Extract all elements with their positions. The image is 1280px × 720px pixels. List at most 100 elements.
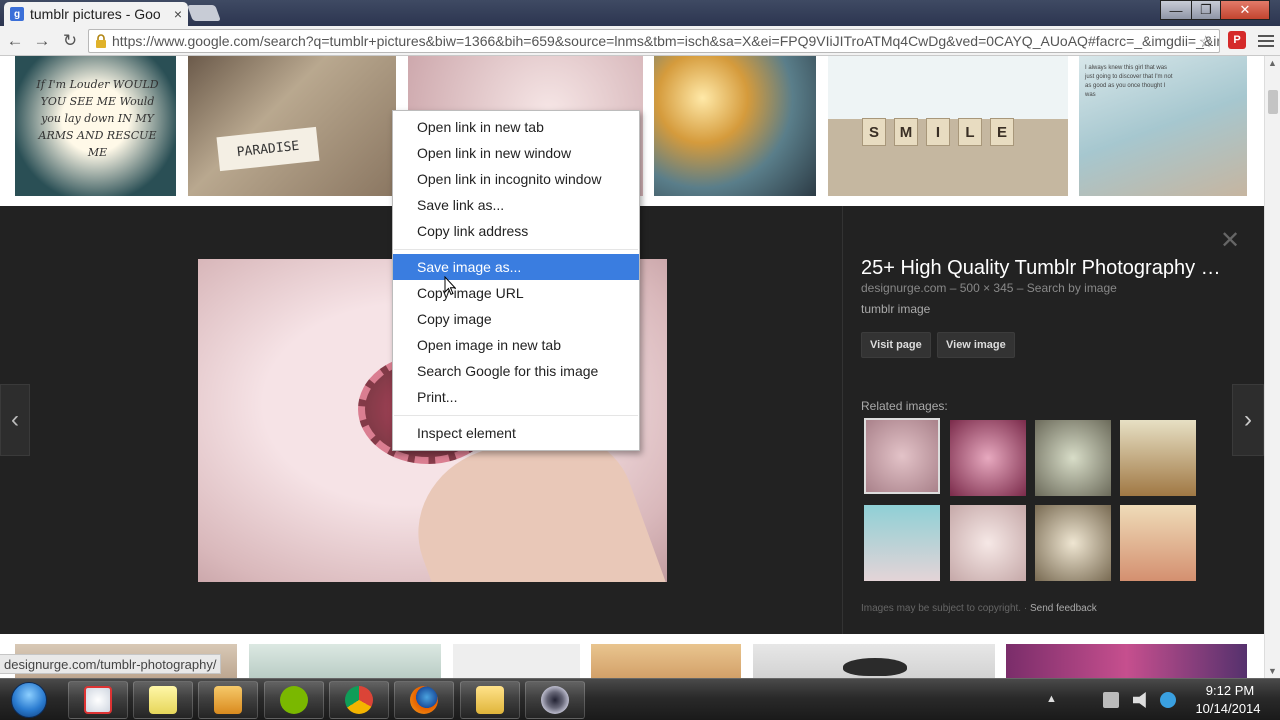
snipping-tool-icon — [84, 686, 112, 714]
menu-item-save-link-as[interactable]: Save link as... — [393, 192, 639, 218]
menu-item-open-link-incognito[interactable]: Open link in incognito window — [393, 166, 639, 192]
menu-item-search-google-image[interactable]: Search Google for this image — [393, 358, 639, 384]
next-image-button[interactable]: › — [1232, 384, 1264, 456]
image-result-thumbnail[interactable] — [654, 56, 816, 196]
image-result-thumbnail[interactable]: PARADISE — [188, 56, 396, 196]
copyright-notice: Images may be subject to copyright. · Se… — [861, 603, 1097, 614]
visit-page-button[interactable]: Visit page — [861, 332, 931, 358]
related-image-thumbnail[interactable] — [864, 505, 940, 581]
back-arrow-icon[interactable]: ← — [4, 30, 26, 52]
menu-item-copy-image[interactable]: Copy image — [393, 306, 639, 332]
image-result-thumbnail[interactable]: S M I L E — [828, 56, 1068, 196]
taskbar-snipping-tool[interactable] — [68, 681, 128, 719]
taskbar-file-explorer[interactable] — [460, 681, 520, 719]
scroll-down-arrow-icon[interactable]: ▼ — [1268, 666, 1277, 676]
image-result-thumbnail[interactable] — [753, 644, 995, 678]
send-feedback-link[interactable]: Send feedback — [1030, 603, 1097, 614]
menu-item-copy-image-url[interactable]: Copy image URL — [393, 280, 639, 306]
copyright-text: Images may be subject to copyright. · — [861, 603, 1030, 614]
menu-item-open-link-new-tab[interactable]: Open link in new tab — [393, 114, 639, 140]
thumbnail-handwritten-text: I always knew this girl that was just go… — [1085, 65, 1173, 98]
taskbar-webcam[interactable] — [525, 681, 585, 719]
smile-tiles: S M I L E — [862, 118, 1014, 146]
context-menu: Open link in new tab Open link in new wi… — [392, 110, 640, 451]
tab-close-icon[interactable]: × — [174, 6, 182, 22]
chrome-icon — [345, 686, 373, 714]
related-image-thumbnail[interactable] — [864, 418, 940, 494]
mouse-cursor-icon — [444, 276, 456, 296]
image-result-thumbnail[interactable]: I always knew this girl that was just go… — [1079, 56, 1247, 196]
menu-item-inspect-element[interactable]: Inspect element — [393, 420, 639, 446]
google-favicon-icon: g — [10, 7, 24, 21]
bookmark-star-icon[interactable]: ☆ — [1199, 32, 1213, 52]
image-result-thumbnail[interactable] — [591, 644, 741, 678]
browser-toolbar: ← → ↻ https://www.google.com/search?q=tu… — [0, 26, 1280, 56]
related-image-thumbnail[interactable] — [950, 505, 1026, 581]
taskbar-chrome[interactable] — [329, 681, 389, 719]
image-description: tumblr image — [861, 302, 931, 316]
taskbar-outlook[interactable] — [198, 681, 258, 719]
image-title[interactable]: 25+ High Quality Tumblr Photography Exam… — [861, 257, 1221, 280]
letter-tile: I — [926, 118, 950, 146]
menu-item-save-image-as[interactable]: Save image as... — [393, 254, 639, 280]
related-image-thumbnail[interactable] — [950, 420, 1026, 496]
clock-date[interactable]: 10/14/2014 — [1184, 701, 1272, 716]
taskbar-spotify[interactable] — [264, 681, 324, 719]
device-tray-icon[interactable] — [1103, 692, 1119, 708]
view-image-button[interactable]: View image — [937, 332, 1015, 358]
extension-icon[interactable]: P — [1228, 31, 1246, 49]
reload-icon[interactable]: ↻ — [59, 30, 81, 52]
show-hidden-icons-icon[interactable]: ▲ — [1046, 693, 1057, 705]
network-tray-icon[interactable] — [1160, 692, 1176, 708]
letter-tile: S — [862, 118, 886, 146]
status-bar: designurge.com/tumblr-photography/ — [0, 654, 222, 674]
related-image-thumbnail[interactable] — [1035, 505, 1111, 581]
mustache-shape — [843, 658, 907, 676]
letter-tile: L — [958, 118, 982, 146]
related-images-label: Related images: — [861, 399, 948, 413]
url-text: https://www.google.com/search?q=tumblr+p… — [112, 33, 1220, 49]
menu-item-copy-link-address[interactable]: Copy link address — [393, 218, 639, 244]
scroll-up-arrow-icon[interactable]: ▲ — [1268, 58, 1277, 68]
menu-separator — [394, 249, 638, 250]
taskbar-firefox[interactable] — [394, 681, 454, 719]
close-icon[interactable]: ✕ — [1220, 226, 1240, 255]
previous-image-button[interactable]: ‹ — [0, 384, 30, 456]
menu-item-open-link-new-window[interactable]: Open link in new window — [393, 140, 639, 166]
webcam-icon — [541, 686, 569, 714]
image-result-thumbnail[interactable] — [453, 644, 580, 678]
sticky-notes-icon — [149, 686, 177, 714]
menu-separator — [394, 415, 638, 416]
taskbar-sticky-notes[interactable] — [133, 681, 193, 719]
windows-taskbar: ▲ 9:12 PM 10/14/2014 — [0, 678, 1280, 720]
spotify-icon — [280, 686, 308, 714]
letter-tile: E — [990, 118, 1014, 146]
image-result-thumbnail[interactable]: If I'm Louder WOULD YOU SEE ME Would you… — [15, 56, 176, 196]
outlook-icon — [214, 686, 242, 714]
close-window-button[interactable]: ✕ — [1220, 0, 1270, 20]
tab-google-search[interactable]: g tumblr pictures - Google Search × — [4, 2, 188, 26]
menu-item-open-image-new-tab[interactable]: Open image in new tab — [393, 332, 639, 358]
scrollbar-thumb[interactable] — [1268, 90, 1278, 114]
chrome-menu-icon[interactable] — [1258, 32, 1274, 48]
new-tab-button[interactable] — [187, 5, 221, 21]
maximize-button[interactable]: ❐ — [1191, 0, 1221, 20]
address-bar[interactable]: https://www.google.com/search?q=tumblr+p… — [88, 29, 1220, 53]
related-image-thumbnail[interactable] — [1035, 420, 1111, 496]
window-titlebar: g tumblr pictures - Google Search × — ❐ … — [0, 0, 1280, 26]
page-scrollbar[interactable]: ▲ ▼ — [1264, 56, 1280, 678]
menu-item-print[interactable]: Print... — [393, 384, 639, 410]
image-result-thumbnail[interactable] — [249, 644, 441, 678]
folder-icon — [476, 686, 504, 714]
start-button[interactable] — [4, 680, 54, 720]
related-image-thumbnail[interactable] — [1120, 505, 1196, 581]
paradise-sign: PARADISE — [216, 126, 320, 172]
minimize-button[interactable]: — — [1160, 0, 1192, 20]
volume-icon[interactable] — [1133, 692, 1146, 708]
firefox-icon — [410, 686, 438, 714]
forward-arrow-icon[interactable]: → — [31, 30, 53, 52]
clock-time[interactable]: 9:12 PM — [1190, 683, 1270, 698]
image-result-thumbnail[interactable] — [1006, 644, 1247, 678]
related-image-thumbnail[interactable] — [1120, 420, 1196, 496]
tab-title: tumblr pictures - Google Search — [30, 6, 160, 22]
